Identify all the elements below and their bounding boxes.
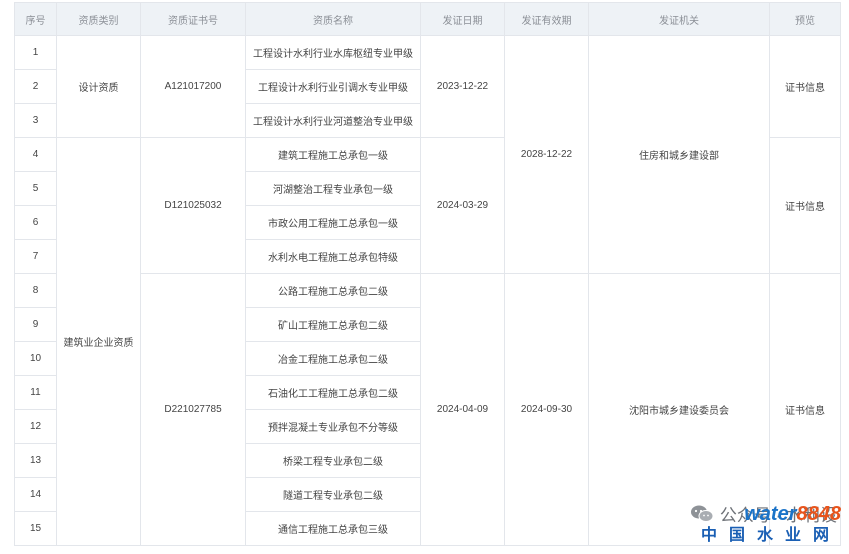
row-index: 10: [14, 341, 57, 376]
qualification-name: 河湖整治工程专业承包一级: [245, 171, 421, 206]
header-valid-until: 发证有效期: [504, 2, 589, 36]
header-category: 资质类别: [56, 2, 141, 36]
qualification-name: 通信工程施工总承包三级: [245, 511, 421, 546]
brand-wordmark: water8848: [701, 504, 841, 524]
row-index: 8: [14, 273, 57, 308]
row-index: 5: [14, 171, 57, 206]
cert-number-cell: D221027785: [140, 273, 246, 546]
qualification-name: 公路工程施工总承包二级: [245, 273, 421, 308]
qualification-name: 建筑工程施工总承包一级: [245, 137, 421, 172]
row-index: 11: [14, 375, 57, 410]
cert-info-link[interactable]: 证书信息: [769, 35, 841, 138]
row-index: 14: [14, 477, 57, 512]
header-cert-number: 资质证书号: [140, 2, 246, 36]
table-header-row: 序号 资质类别 资质证书号 资质名称 发证日期 发证有效期 发证机关 预览: [14, 2, 841, 36]
issue-date-cell: 2024-04-09: [420, 273, 505, 546]
qualification-name: 市政公用工程施工总承包一级: [245, 205, 421, 240]
brand-number: 8848: [796, 503, 842, 525]
issue-date-cell: 2024-03-29: [420, 137, 505, 274]
row-index: 2: [14, 69, 57, 104]
header-index: 序号: [14, 2, 57, 36]
row-index: 1: [14, 35, 57, 70]
category-cell: 建筑业企业资质: [56, 137, 141, 546]
header-preview: 预览: [769, 2, 841, 36]
qualification-name: 隧道工程专业承包二级: [245, 477, 421, 512]
cert-info-link[interactable]: 证书信息: [769, 137, 841, 274]
qualification-name: 工程设计水利行业引调水专业甲级: [245, 69, 421, 104]
row-index: 4: [14, 137, 57, 172]
row-index: 15: [14, 511, 57, 546]
qualification-name: 矿山工程施工总承包二级: [245, 307, 421, 342]
valid-until-cell: 2024-09-30: [504, 273, 589, 546]
header-authority: 发证机关: [588, 2, 770, 36]
row-index: 7: [14, 239, 57, 274]
category-cell: 设计资质: [56, 35, 141, 138]
header-qualification-name: 资质名称: [245, 2, 421, 36]
row-index: 13: [14, 443, 57, 478]
qualification-name: 工程设计水利行业水库枢纽专业甲级: [245, 35, 421, 70]
cert-number-cell: D121025032: [140, 137, 246, 274]
qualification-name: 桥梁工程专业承包二级: [245, 443, 421, 478]
cert-number-cell: A121017200: [140, 35, 246, 138]
qualification-name: 预拌混凝土专业承包不分等级: [245, 409, 421, 444]
issue-date-cell: 2023-12-22: [420, 35, 505, 138]
row-index: 12: [14, 409, 57, 444]
water8848-logo: water8848 中国水业网: [701, 504, 841, 546]
table-row: 1 设计资质 A121017200 工程设计水利行业水库枢纽专业甲级 2023-…: [14, 35, 841, 274]
qualification-name: 冶金工程施工总承包二级: [245, 341, 421, 376]
brand-subtitle: 中国水业网: [700, 527, 841, 544]
row-index: 9: [14, 307, 57, 342]
row-index: 6: [14, 205, 57, 240]
valid-until-cell: 2028-12-22: [504, 35, 589, 274]
qualification-table: 序号 资质类别 资质证书号 资质名称 发证日期 发证有效期 发证机关 预览 1 …: [14, 2, 841, 546]
qualification-name: 工程设计水利行业河道整治专业甲级: [245, 103, 421, 138]
brand-water: water: [744, 503, 797, 525]
row-index: 3: [14, 103, 57, 138]
header-issue-date: 发证日期: [420, 2, 505, 36]
qualification-name: 石油化工工程施工总承包二级: [245, 375, 421, 410]
authority-cell: 住房和城乡建设部: [588, 35, 770, 274]
qualification-name: 水利水电工程施工总承包特级: [245, 239, 421, 274]
